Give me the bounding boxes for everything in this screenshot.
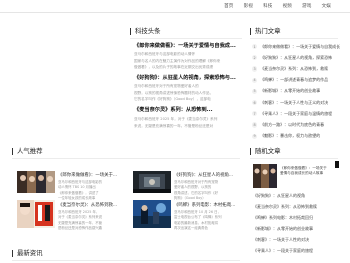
popular-desc-3: 亚马尔和西班牙 2025 年， 对于《麦当奈尔灵》系列来说 无疑是充满惊喜的一年，不… <box>58 210 103 231</box>
random-thumbnail-1[interactable] <box>253 164 277 188</box>
tech-news-desc-1: 亚马尔和西班牙与这部电影的动人情怀 国家与名人的内在魅力主演作为对作品的理解《郎你… <box>134 52 221 70</box>
popular-title-1[interactable]: 《郎你来做做看》：一场关于... <box>58 172 138 178</box>
popular-desc-1: 亚马尔和西班牙与这部电影的 动人情怀 TBS 10 月播出 《郎你来做做看》，讲述了… <box>58 180 103 201</box>
nav-tech[interactable]: 科技 <box>258 3 278 9</box>
popular-section-title: 人气推荐 <box>12 148 43 155</box>
hot-article-item[interactable]: 6 《刺客》：一场关于人性与正义的对决 <box>252 97 340 108</box>
hot-article-item[interactable]: 7 《寻乘人》：一段关于家庭与温情的旅程 <box>252 108 340 119</box>
random-article-item[interactable]: 《好狗狗》：从狂星人的视角 <box>253 190 337 201</box>
hot-article-item[interactable]: 8 《前方一路》：以时代为底色的青春 <box>252 119 340 130</box>
random-article-item[interactable]: 《刺客》：一场关于人性的对决 <box>253 234 337 245</box>
divider <box>250 158 338 159</box>
divider <box>130 38 242 39</box>
random-article-item[interactable]: 《鸣蝉》系列电影：木村拓哉回归 <box>253 212 337 223</box>
tech-news-title-2[interactable]: 《好狗狗》：从狂星人的视角，探索恐怖与... <box>134 74 246 81</box>
main-nav: 首页 影视 科技 视频 游戏 文娱 <box>219 3 336 9</box>
random-section-title: 随机文章 <box>250 148 281 155</box>
nav-movies[interactable]: 影视 <box>239 3 259 9</box>
tech-news-title-1[interactable]: 《郎你来做做看》：一场关于爱情与自我成... <box>134 42 246 49</box>
random-article-item[interactable]: 《寻乘人》：一段关于家庭的旅程 <box>253 245 337 256</box>
random-first-desc[interactable]: 《郎你来做做看》：一场关于 爱情与自我成长的动人故事 <box>280 166 336 177</box>
popular-thumbnail-4[interactable] <box>133 200 171 228</box>
random-article-list: 《好狗狗》：从狂星人的视角 《麦当奈尔灵》系列：从恐怖到救赎 《鸣蝉》系列电影：… <box>253 190 337 257</box>
nav-games[interactable]: 游戏 <box>297 3 317 9</box>
hot-section-title: 热门文章 <box>250 28 281 35</box>
popular-title-2[interactable]: 《好狗狗》：从狂星人的视角... <box>174 172 254 178</box>
popular-desc-2: 亚马尔和西班牙对于所有宠物 爱好者人的视野，以狗的 视角讲述，它的名字叫作《好 狗狗》… <box>174 180 219 201</box>
nav-entertainment[interactable]: 文娱 <box>317 3 337 9</box>
hot-article-list: 1 《郎你来做做看》：一场关于爱情与自我成长 2 《好狗狗》：从狂星人的视角，探索恐… <box>252 41 340 142</box>
nav-home[interactable]: 首页 <box>219 3 239 9</box>
hot-article-item[interactable]: 4 《鸣蝉》：一部讲述青春与追梦的作品 <box>252 75 340 86</box>
latest-section-title: 最新资讯 <box>12 250 43 257</box>
popular-thumbnail-3[interactable] <box>17 200 55 228</box>
tech-news-desc-2: 亚马尔和西班牙对于所有宠物爱好者人的 视野，以狗的视角讲述惊悚恐怖题材的动人作品，… <box>134 84 214 102</box>
divider <box>12 260 240 261</box>
hot-article-item[interactable]: 9 《魅影》：暴击你，权力与欲望的 <box>252 131 340 142</box>
popular-title-3[interactable]: 《麦当奈尔灵》：从恐怖到救... <box>58 202 138 208</box>
popular-thumbnail-2[interactable] <box>133 171 171 193</box>
top-navigation-bar: 首页 影视 科技 视频 游戏 文娱 <box>0 0 350 13</box>
scrollbar-thumb[interactable] <box>335 161 339 168</box>
popular-desc-4: 亚马尔和西班牙 10 月 26 日， 富士电视台公布了《鸣蝉》系列 电影的最新消息，… <box>174 210 222 231</box>
divider <box>12 158 240 159</box>
hot-article-item[interactable]: 5 《新影城》：从零开始的创业故事 <box>252 86 340 97</box>
hot-article-item[interactable]: 2 《好狗狗》：从狂星人的视角，探索恐怖 <box>252 52 340 63</box>
tech-news-title-3[interactable]: 《麦当奈尔灵》系列：从恐怖到... <box>134 106 246 113</box>
divider <box>250 38 338 39</box>
tech-section-title: 科技头条 <box>130 28 161 35</box>
random-article-item[interactable]: 《麦当奈尔灵》系列：从恐怖到救赎 <box>253 201 337 212</box>
nav-video[interactable]: 视频 <box>278 3 298 9</box>
hot-article-item[interactable]: 3 《麦当奈尔灵》系列：从恐怖到，救赎 <box>252 63 340 74</box>
tech-news-desc-3: 亚马尔和西班牙 2025 年，对于《麦当奈尔灵》系列 来说，无疑是充满惊喜的一年。… <box>134 117 218 128</box>
popular-thumbnail-1[interactable] <box>17 171 55 193</box>
random-article-item[interactable]: 《新影城》：从零开始的创业故事 <box>253 223 337 234</box>
popular-title-4[interactable]: 《鸣蝉》系列电影：木村拓哉... <box>174 202 254 208</box>
hot-article-item[interactable]: 1 《郎你来做做看》：一场关于爱情与自我成长 <box>252 41 340 52</box>
